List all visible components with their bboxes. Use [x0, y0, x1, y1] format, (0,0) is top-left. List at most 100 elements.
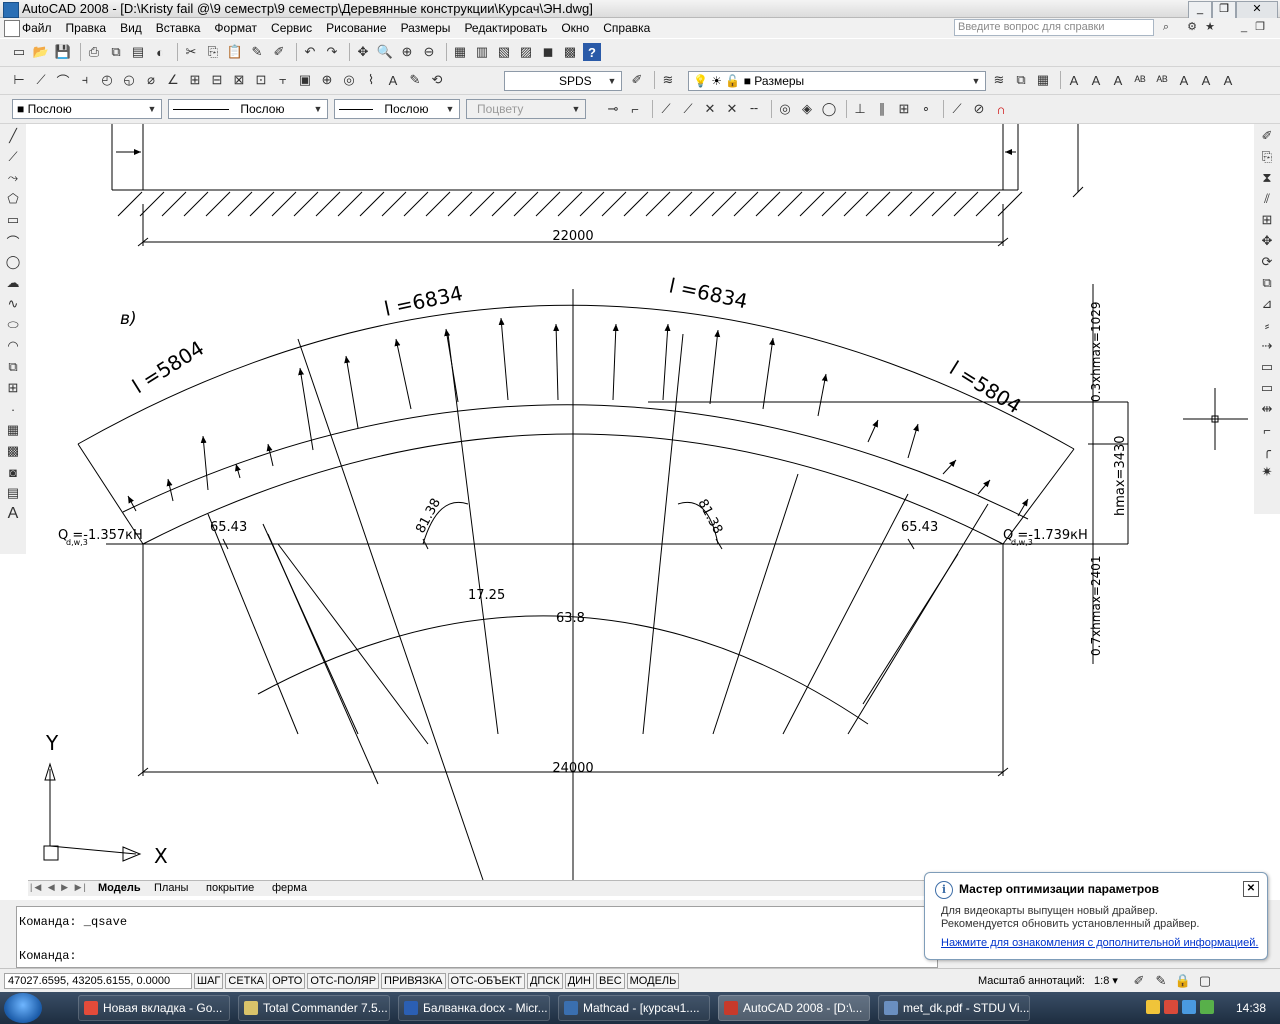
taskbar-clock[interactable]: 14:38	[1236, 1001, 1266, 1015]
block-editor-icon[interactable]: ✐	[270, 43, 288, 61]
array-icon[interactable]: ⊞	[1258, 211, 1276, 229]
auto-scale-icon[interactable]: ✎	[1152, 972, 1170, 990]
mirror-icon[interactable]: ⧗	[1258, 169, 1276, 187]
menu-help[interactable]: Справка	[603, 21, 650, 35]
move-icon[interactable]: ✥	[1258, 232, 1276, 250]
menu-insert[interactable]: Вставка	[156, 21, 201, 35]
join-icon[interactable]: ⇹	[1258, 400, 1276, 418]
task-total-commander[interactable]: Total Commander 7.5...	[238, 995, 390, 1021]
toggle-ducs[interactable]: ДПСК	[526, 973, 563, 989]
coordinate-readout[interactable]: 47027.6595, 43205.6155, 0.0000	[4, 973, 192, 989]
task-mathcad[interactable]: Mathcad - [курсач1....	[558, 995, 710, 1021]
copy-object-icon[interactable]: ⎘	[1258, 148, 1276, 166]
snap-perpendicular-icon[interactable]: ⊥	[851, 100, 869, 118]
doc-minimize-button[interactable]: _	[1236, 20, 1252, 36]
dim-angular-icon[interactable]: ∠	[164, 71, 182, 89]
dim-continue-icon[interactable]: ⊠	[230, 71, 248, 89]
dim-baseline-icon[interactable]: ⊟	[208, 71, 226, 89]
osnap-settings-icon[interactable]: ∩	[992, 100, 1010, 118]
toggle-dyn[interactable]: ДИН	[564, 973, 595, 989]
snap-nearest-icon[interactable]: ⟋	[948, 100, 966, 118]
scale-icon[interactable]: ⧉	[1258, 274, 1276, 292]
properties-icon[interactable]: ▦	[451, 43, 469, 61]
edit-text-icon[interactable]: A	[1109, 71, 1127, 89]
snap-parallel-icon[interactable]: ∥	[873, 100, 891, 118]
publish-icon[interactable]: ▤	[129, 43, 147, 61]
inspection-icon[interactable]: ◎	[340, 71, 358, 89]
toggle-snap[interactable]: ШАГ	[194, 973, 224, 989]
dimstyle-select[interactable]: SPDS ▼	[504, 71, 622, 91]
menu-dimension[interactable]: Размеры	[401, 21, 451, 35]
dim-edit-icon[interactable]: A	[384, 71, 402, 89]
color-select[interactable]: ■ Послою ▼	[12, 99, 162, 119]
task-word[interactable]: Балванка.docx - Micr...	[398, 995, 550, 1021]
zoom-window-icon[interactable]: ⊕	[398, 43, 416, 61]
snap-midpoint-icon[interactable]: ⟋	[657, 100, 675, 118]
dim-text-edit-icon[interactable]: ✎	[406, 71, 424, 89]
multiline-text-icon[interactable]: A	[4, 505, 22, 523]
dim-arc-icon[interactable]: ⌒	[54, 71, 72, 89]
dim-break-icon[interactable]: ⫟	[274, 71, 292, 89]
menu-modify[interactable]: Редактировать	[464, 21, 547, 35]
start-button[interactable]	[4, 993, 42, 1023]
redo-icon[interactable]: ↷	[323, 43, 341, 61]
snap-from-icon[interactable]: ⌐	[626, 100, 644, 118]
design-center-icon[interactable]: ▥	[473, 43, 491, 61]
dim-aligned-icon[interactable]: ⟋	[32, 71, 50, 89]
menu-file[interactable]: Файл	[22, 21, 52, 35]
snap-insert-icon[interactable]: ⊞	[895, 100, 913, 118]
communication-center-icon[interactable]: ⚙	[1184, 20, 1200, 36]
minimize-button[interactable]: _	[1188, 1, 1212, 19]
command-prompt[interactable]: Команда:	[19, 949, 77, 963]
tab-truss[interactable]: ферма	[272, 882, 307, 894]
snap-none-icon[interactable]: ⊘	[970, 100, 988, 118]
offset-icon[interactable]: ⫽	[1258, 190, 1276, 208]
doc-restore-button[interactable]: ❐	[1252, 20, 1268, 36]
tray-info-icon[interactable]	[1200, 1000, 1214, 1014]
toggle-grid[interactable]: СЕТКА	[225, 973, 268, 989]
snap-tangent-icon[interactable]: ◯	[820, 100, 838, 118]
make-layer-current-icon[interactable]: ≋	[990, 71, 1008, 89]
dim-linear-icon[interactable]: ⊢	[10, 71, 28, 89]
trim-icon[interactable]: ⸗	[1258, 316, 1276, 334]
snap-endpoint-icon[interactable]: ⊸	[604, 100, 622, 118]
quick-dim-icon[interactable]: ⊞	[186, 71, 204, 89]
paste-icon[interactable]: 📋	[226, 43, 244, 61]
ellipse-arc-icon[interactable]: ◠	[4, 337, 22, 355]
tab-roof[interactable]: покрытие	[206, 882, 254, 894]
dim-space-icon[interactable]: ⊡	[252, 71, 270, 89]
tab-navigation-arrows[interactable]: |◀ ◀ ▶ ▶|	[30, 882, 88, 893]
sheet-set-icon[interactable]: ▨	[517, 43, 535, 61]
restore-button[interactable]: ❐	[1212, 1, 1236, 19]
snap-extension-line-icon[interactable]: ╌	[745, 100, 763, 118]
mtext-icon[interactable]: A	[1065, 71, 1083, 89]
snap-intersection-icon[interactable]: ⟋	[679, 100, 697, 118]
ellipse-icon[interactable]: ⬭	[4, 316, 22, 334]
toggle-model[interactable]: МОДЕЛЬ	[626, 973, 680, 989]
task-chrome[interactable]: Новая вкладка - Go...	[78, 995, 230, 1021]
pan-icon[interactable]: ✥	[354, 43, 372, 61]
circle-icon[interactable]: ◯	[4, 253, 22, 271]
dim-jogged-icon[interactable]: ◵	[120, 71, 138, 89]
favorites-star-icon[interactable]: ★	[1202, 20, 1218, 36]
snap-apparent-icon[interactable]: ✕	[701, 100, 719, 118]
toggle-polar[interactable]: ОТС-ПОЛЯР	[307, 973, 380, 989]
center-mark-icon[interactable]: ⊕	[318, 71, 336, 89]
calculator-icon[interactable]: ▩	[561, 43, 579, 61]
toggle-osnap[interactable]: ПРИВЯЗКА	[381, 973, 446, 989]
zoom-previous-icon[interactable]: ⊖	[420, 43, 438, 61]
layer-select[interactable]: 💡 ☀ 🔓 ■ Размеры ▼	[688, 71, 986, 91]
break-icon[interactable]: ▭	[1258, 379, 1276, 397]
extend-icon[interactable]: ⇢	[1258, 337, 1276, 355]
clean-screen-icon[interactable]: ▢	[1196, 972, 1214, 990]
task-stdu-viewer[interactable]: met_dk.pdf - STDU Vi...	[878, 995, 1030, 1021]
text-style-icon[interactable]: A	[1087, 71, 1105, 89]
hatch-icon[interactable]: ▦	[4, 421, 22, 439]
dim-radius-icon[interactable]: ◴	[98, 71, 116, 89]
justify-text-icon[interactable]: A	[1197, 71, 1215, 89]
command-history[interactable]: Команда: _qsave Команда:	[16, 906, 938, 968]
open-icon[interactable]: 📂	[32, 43, 50, 61]
menu-window[interactable]: Окно	[561, 21, 589, 35]
dim-diameter-icon[interactable]: ⌀	[142, 71, 160, 89]
help-icon[interactable]: ?	[583, 43, 601, 61]
